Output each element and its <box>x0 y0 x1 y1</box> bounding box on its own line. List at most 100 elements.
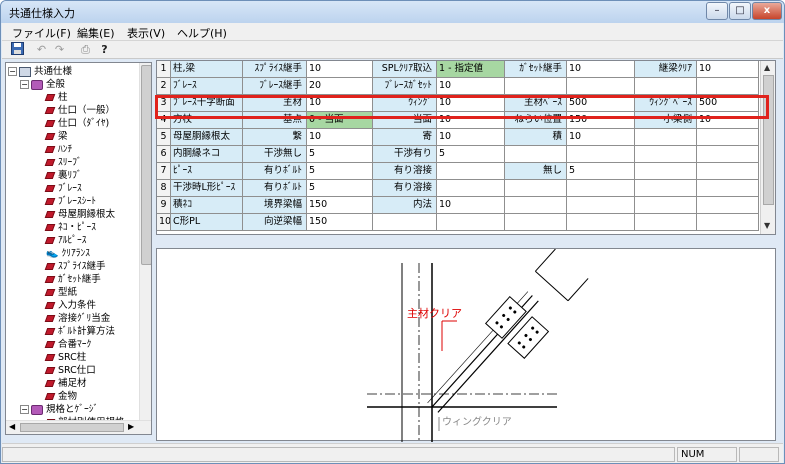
redo-icon[interactable]: ↷ <box>52 42 67 57</box>
save-icon[interactable] <box>10 42 25 57</box>
scroll-left-icon[interactable]: ◀ <box>9 422 15 431</box>
tree-item[interactable]: 合番ﾏｰｸ <box>44 338 91 351</box>
grid-cell[interactable]: 10 <box>437 78 505 95</box>
collapse-icon[interactable]: − <box>8 67 17 76</box>
scroll-thumb[interactable] <box>141 65 151 265</box>
grid-cell[interactable]: 1 - 指定値 <box>437 61 505 78</box>
tree-item[interactable]: ﾌﾞﾚｰｽｼｰﾄ <box>44 195 96 208</box>
print-icon[interactable]: ⎙ <box>78 42 93 57</box>
tree-item[interactable]: ｶﾞｾｯﾄ継手 <box>44 273 101 286</box>
tree-root[interactable]: − 共通仕様 <box>8 65 72 78</box>
grid-cell[interactable]: 10 <box>697 61 759 78</box>
scroll-up-icon[interactable]: ▲ <box>764 63 770 72</box>
tree-item[interactable]: ﾌﾞﾚｰｽ <box>44 182 82 195</box>
menu-file[interactable]: ファイル(F) <box>12 25 71 41</box>
grid-cell[interactable]: 20 <box>307 78 373 95</box>
tree-item[interactable]: 型紙 <box>44 286 77 299</box>
gem-icon <box>44 263 56 270</box>
grid-cell: ｶﾞｾｯﾄ継手 <box>505 61 567 78</box>
menu-help[interactable]: ヘルプ(H) <box>177 25 227 41</box>
tree-item[interactable]: 👟 ｸﾘｱﾗﾝｽ <box>46 247 90 260</box>
grid-cell[interactable] <box>567 180 635 197</box>
scroll-thumb[interactable] <box>20 423 124 432</box>
tree-item[interactable]: 柱 <box>44 91 68 104</box>
grid-cell[interactable]: 5 <box>307 163 373 180</box>
gem-icon <box>44 146 56 153</box>
minimize-button[interactable]: – <box>706 2 728 20</box>
tree-item[interactable]: 裏ﾘﾌﾞ <box>44 169 82 182</box>
tree-item[interactable]: 仕口（一般） <box>44 104 115 117</box>
status-extra <box>739 447 779 462</box>
grid-cell[interactable]: 10 <box>567 61 635 78</box>
grid-cell[interactable] <box>697 129 759 146</box>
tree-item[interactable]: ﾊﾝﾁ <box>44 143 72 156</box>
grid-cell[interactable] <box>697 197 759 214</box>
tree-item[interactable]: 補足材 <box>44 377 87 390</box>
grid-cell[interactable] <box>437 214 505 231</box>
tree-item-label: 金物 <box>58 391 78 402</box>
undo-icon[interactable]: ↶ <box>34 42 49 57</box>
tree-item[interactable]: ｱﾙﾋﾟｰｽ <box>44 234 87 247</box>
scroll-down-icon[interactable]: ▼ <box>764 221 770 230</box>
tree-group-standards[interactable]: − 規格とｹﾞｰｼﾞ <box>20 403 98 416</box>
menu-edit[interactable]: 編集(E) <box>77 25 115 41</box>
drawing-preview: 主材クリア ウィングクリア <box>156 248 776 442</box>
gem-icon <box>44 276 56 283</box>
tree-item[interactable]: 仕口（ﾀﾞｲﾔ) <box>44 117 109 130</box>
status-bar: NUM <box>2 443 783 463</box>
gem-icon <box>44 107 56 114</box>
tree-group-general[interactable]: − 全般 <box>20 78 65 91</box>
gem-icon <box>44 224 56 231</box>
tree-item[interactable]: 溶接ｸﾞﾘ当金 <box>44 312 110 325</box>
tree-group-label: 全般 <box>46 79 66 90</box>
tree-vertical-scrollbar[interactable] <box>139 63 151 420</box>
grid-cell[interactable]: 5 <box>307 180 373 197</box>
grid-cell[interactable] <box>567 214 635 231</box>
grid-cell[interactable]: 5 <box>437 146 505 163</box>
help-icon[interactable]: ? <box>97 42 112 57</box>
grid-cell[interactable] <box>567 146 635 163</box>
grid-cell[interactable] <box>697 146 759 163</box>
collapse-icon[interactable]: − <box>20 405 29 414</box>
tree-item[interactable]: 母屋胴縁根太 <box>44 208 115 221</box>
tree-item[interactable]: ｽﾌﾟﾗｲｽ継手 <box>44 260 106 273</box>
grid-cell[interactable]: 10 <box>307 129 373 146</box>
close-button[interactable]: x <box>752 2 782 20</box>
grid-cell[interactable] <box>697 78 759 95</box>
grid-cell[interactable] <box>567 197 635 214</box>
grid-cell[interactable]: 150 <box>307 214 373 231</box>
tree-item[interactable]: ﾎﾞﾙﾄ計算方法 <box>44 325 115 338</box>
computer-icon <box>19 66 31 77</box>
tree-item-label: 梁 <box>58 131 68 142</box>
tree-item[interactable]: SRC柱 <box>44 351 86 364</box>
maximize-button[interactable]: □ <box>729 2 751 20</box>
grid-cell[interactable]: 5 <box>567 163 635 180</box>
grid-cell[interactable]: 10 <box>567 129 635 146</box>
grid-cell[interactable]: 150 <box>307 197 373 214</box>
grid-cell[interactable]: 10 <box>437 197 505 214</box>
scroll-right-icon[interactable]: ▶ <box>128 422 134 431</box>
menu-view[interactable]: 表示(V) <box>127 25 165 41</box>
grid-cell[interactable] <box>697 163 759 180</box>
grid-cell[interactable]: 10 <box>307 61 373 78</box>
grid-cell: 干渉有り <box>373 146 437 163</box>
collapse-icon[interactable]: − <box>20 80 29 89</box>
grid-cell[interactable] <box>437 163 505 180</box>
grid-cell[interactable] <box>697 180 759 197</box>
tree-horizontal-scrollbar[interactable]: ◀ ▶ <box>6 420 151 434</box>
tree-item-label: 柱 <box>58 92 68 103</box>
tree-item[interactable]: ｽﾘｰﾌﾞ <box>44 156 82 169</box>
grid-cell[interactable] <box>437 180 505 197</box>
tree-item-label: 裏ﾘﾌﾞ <box>58 170 82 181</box>
grid-cell[interactable]: 10 <box>437 129 505 146</box>
tree-item[interactable]: 金物 <box>44 390 78 403</box>
grid-vertical-scrollbar[interactable]: ▲ ▼ <box>760 61 775 234</box>
tree-item[interactable]: SRC仕口 <box>44 364 96 377</box>
grid-cell[interactable]: 5 <box>307 146 373 163</box>
tree-item[interactable]: 入力条件 <box>44 299 96 312</box>
tree-item[interactable]: ﾈｺ・ﾋﾟｰｽ <box>44 221 96 234</box>
tree-item[interactable]: 梁 <box>44 130 68 143</box>
grid-cell[interactable] <box>567 78 635 95</box>
grid-cell <box>635 129 697 146</box>
grid-cell[interactable] <box>697 214 759 231</box>
